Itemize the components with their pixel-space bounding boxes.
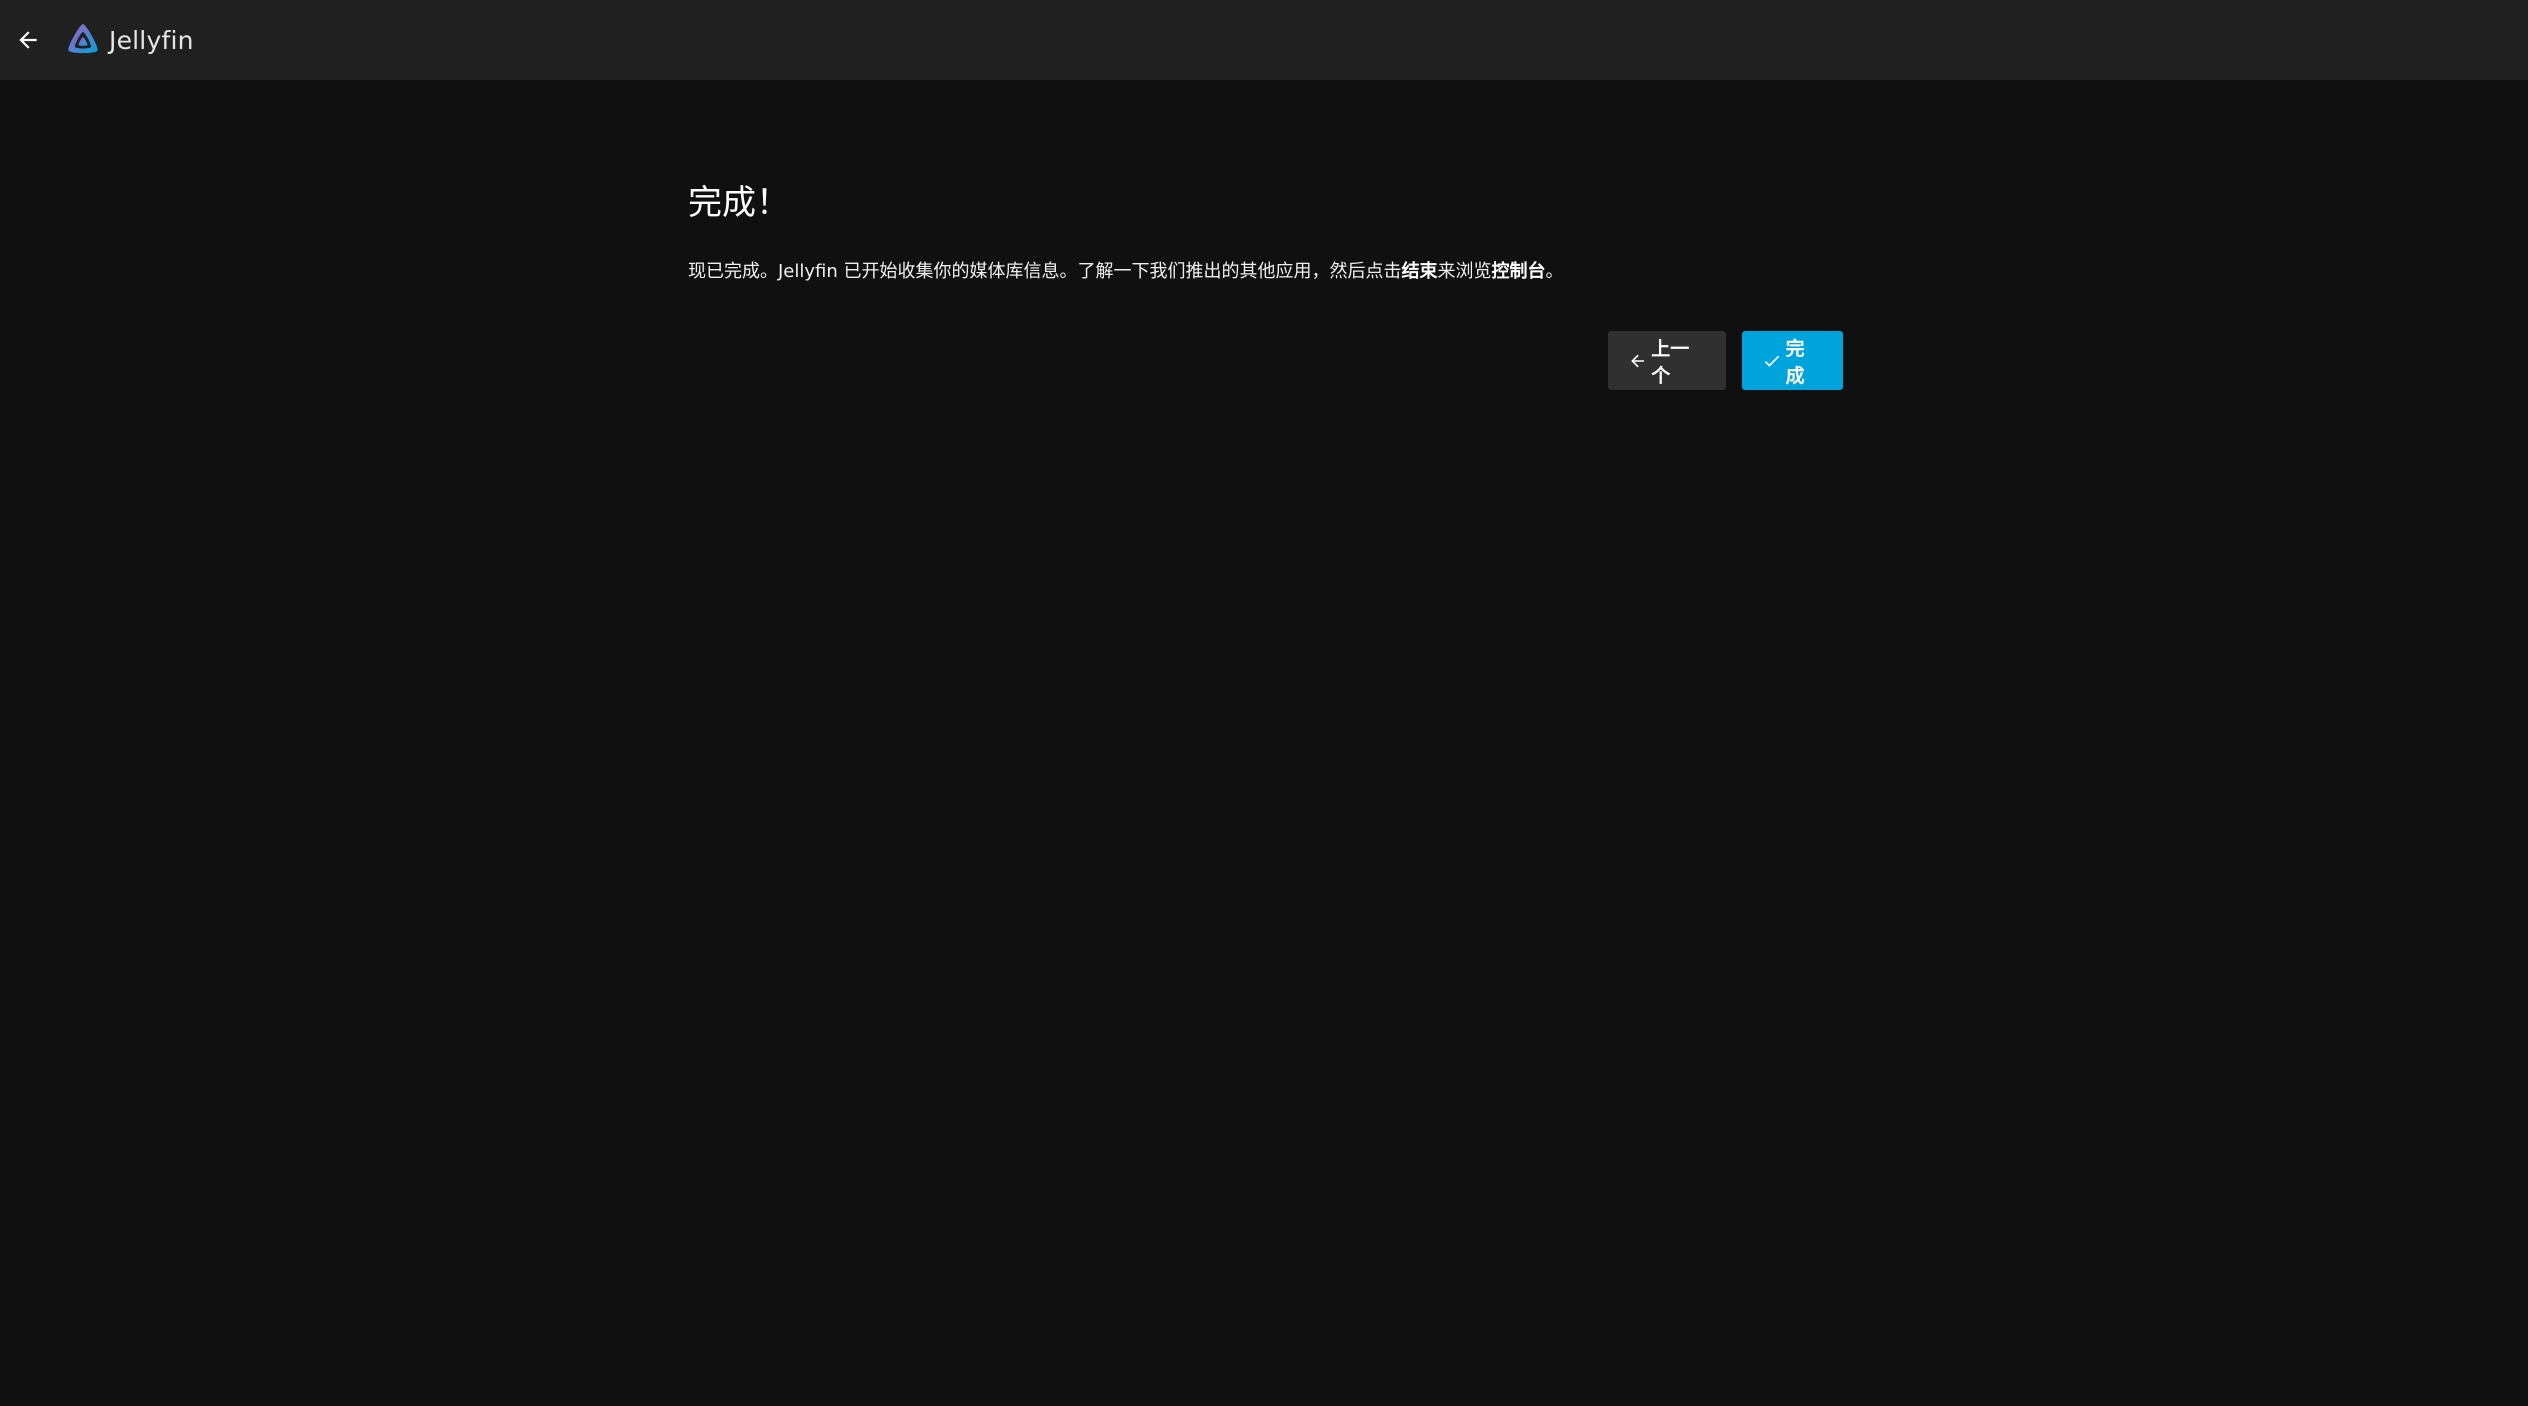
wizard-buttons: 上一个 完成 — [1608, 331, 1843, 390]
previous-button[interactable]: 上一个 — [1608, 331, 1726, 390]
arrow-left-icon — [19, 31, 37, 49]
jellyfin-logo-icon — [68, 24, 98, 54]
previous-button-label: 上一个 — [1651, 337, 1690, 387]
app-name: Jellyfin — [109, 25, 194, 55]
finish-description: 现已完成。Jellyfin 已开始收集你的媒体库信息。了解一下我们推出的其他应用… — [688, 258, 1848, 286]
arrow-left-icon — [1631, 354, 1645, 367]
desc-finish-keyword: 结束 — [1401, 261, 1438, 282]
finish-button[interactable]: 完成 — [1742, 331, 1843, 390]
desc-dashboard-keyword: 控制台 — [1491, 261, 1546, 282]
app-header: Jellyfin — [0, 0, 2528, 80]
desc-text-2: 来浏览 — [1437, 261, 1492, 282]
wizard-finish-page: 完成！ 现已完成。Jellyfin 已开始收集你的媒体库信息。了解一下我们推出的… — [688, 178, 1848, 390]
check-icon — [1764, 355, 1780, 367]
page-title: 完成！ — [688, 183, 790, 223]
back-button[interactable] — [0, 12, 56, 68]
finish-button-label: 完成 — [1785, 337, 1805, 387]
desc-text-1: 现已完成。Jellyfin 已开始收集你的媒体库信息。了解一下我们推出的其他应用… — [688, 261, 1402, 282]
app-logo[interactable]: Jellyfin — [64, 21, 194, 59]
desc-text-3: 。 — [1545, 261, 1564, 282]
